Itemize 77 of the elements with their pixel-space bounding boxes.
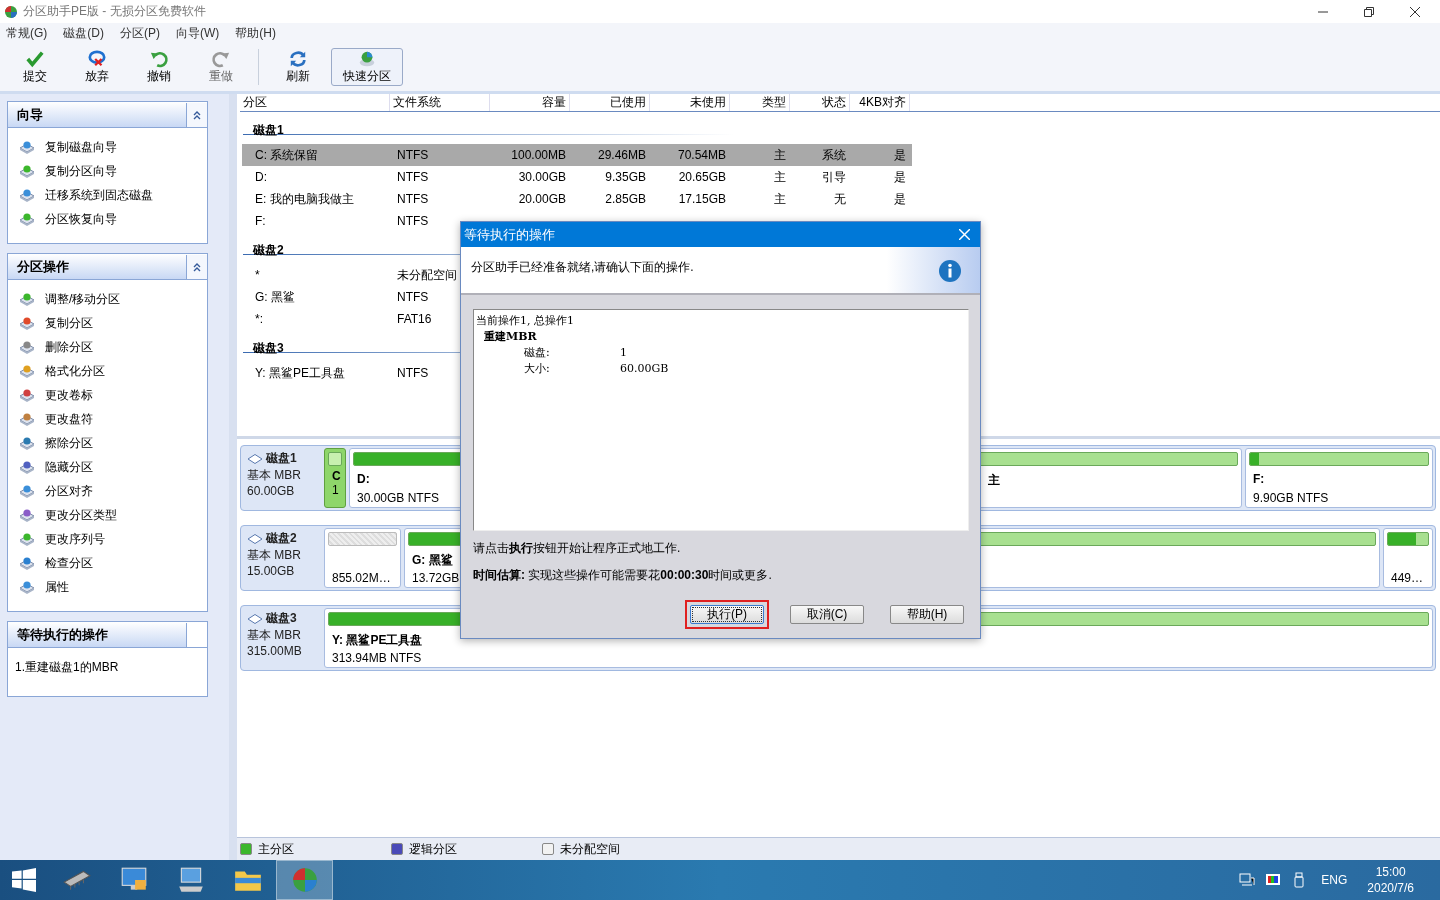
instruction-text: 请点击执行按钮开始让程序正式地工作. [473, 540, 682, 557]
table-cell: *: [255, 312, 263, 326]
table-cell: 系统 [822, 147, 846, 162]
partition-name: D: [357, 472, 370, 486]
disk-type: 基本 MBR [247, 627, 302, 644]
panel-title: 向导 [16, 105, 44, 124]
table-cell: 无 [834, 191, 846, 206]
dialog-title: 等待执行的操作 [464, 225, 555, 244]
disk-type: 基本 MBR [247, 547, 302, 564]
field-label: 磁盘: [524, 345, 551, 361]
table-cell: 20.65GB [678, 170, 726, 184]
legend-label: 未分配空间 [560, 840, 620, 858]
disk-name: 磁盘2 [266, 530, 297, 547]
partition-detail: 1 [332, 483, 339, 497]
field-value: 60.00GB [620, 361, 669, 377]
table-cell: F: [255, 214, 266, 228]
table-cell: FAT16 [397, 312, 432, 326]
time-estimate: 时间估算: 实现这些操作可能需要花00:00:30时间或更多. [473, 567, 773, 584]
partition-name: F: [1253, 472, 1265, 486]
disk-heading: 磁盘1 [251, 123, 284, 137]
panel-title: 分区操作 [16, 257, 70, 276]
disk-heading: 磁盘3 [251, 341, 284, 355]
table-cell: 未分配空间 [397, 267, 457, 282]
field-label: 大小: [524, 361, 551, 377]
partition-detail: 313.94MB NTFS [332, 651, 422, 665]
partition-name: 主 [988, 472, 1000, 489]
disk-heading: 磁盘2 [251, 243, 284, 257]
table-cell: 是 [894, 147, 906, 162]
partition-name: Y: 黑鲨PE工具盘 [332, 632, 423, 649]
legend-label: 逻辑分区 [409, 840, 457, 858]
operation-name: 重建MBR [483, 329, 538, 345]
table-cell: 100.00MB [511, 148, 566, 162]
partition-detail: 449… [1391, 571, 1424, 585]
table-cell: 主 [774, 147, 786, 162]
pending-operation: 1.重建磁盘1的MBR [15, 659, 120, 676]
table-cell: 9.35GB [605, 170, 646, 184]
table-cell: 是 [894, 191, 906, 206]
table-cell: NTFS [397, 290, 429, 304]
table-cell: 70.54MB [677, 148, 726, 162]
partition-detail: 9.90GB NTFS [1253, 491, 1329, 505]
field-value: 1 [620, 345, 627, 361]
table-cell: 29.46MB [597, 148, 646, 162]
table-cell: 17.15GB [678, 192, 726, 206]
partition-detail: 30.00GB NTFS [357, 491, 440, 505]
disk-size: 60.00GB [247, 484, 296, 498]
panel-title: 等待执行的操作 [16, 625, 109, 644]
table-cell: C: 系统保留 [255, 147, 319, 162]
partition-name: G: 黑鲨 [412, 552, 453, 569]
table-cell: 2.85GB [605, 192, 646, 206]
window-title: 分区助手PE版 - 无损分区免费软件 [23, 3, 206, 20]
table-cell: E: 我的电脑我做主 [255, 191, 354, 206]
disk-name: 磁盘3 [266, 610, 297, 627]
table-cell: * [255, 268, 260, 282]
table-cell: 是 [894, 169, 906, 184]
table-cell: NTFS [397, 170, 429, 184]
disk-size: 15.00GB [247, 564, 296, 578]
table-cell: NTFS [397, 192, 429, 206]
legend-label: 主分区 [258, 840, 294, 858]
table-cell: NTFS [397, 366, 429, 380]
disk-type: 基本 MBR [247, 467, 302, 484]
table-cell: NTFS [397, 214, 429, 228]
table-cell: 主 [774, 169, 786, 184]
table-cell: Y: 黑鲨PE工具盘 [255, 365, 346, 380]
disk-size: 315.00MB [247, 644, 303, 658]
partition-detail: 855.02M… [332, 571, 391, 585]
dialog-message: 分区助手已经准备就绪,请确认下面的操作. [471, 259, 694, 276]
table-cell: NTFS [397, 148, 429, 162]
operation-summary: 当前操作1, 总操作1 [476, 313, 575, 329]
table-cell: 引导 [822, 169, 846, 184]
partition-detail: 13.72GB [412, 571, 460, 585]
table-cell: D: [255, 170, 267, 184]
table-cell: G: 黑鲨 [255, 289, 295, 304]
table-cell: 主 [774, 191, 786, 206]
partition-name: C [332, 469, 341, 483]
disk-name: 磁盘1 [266, 450, 297, 467]
table-cell: 30.00GB [518, 170, 566, 184]
table-cell: 20.00GB [518, 192, 566, 206]
